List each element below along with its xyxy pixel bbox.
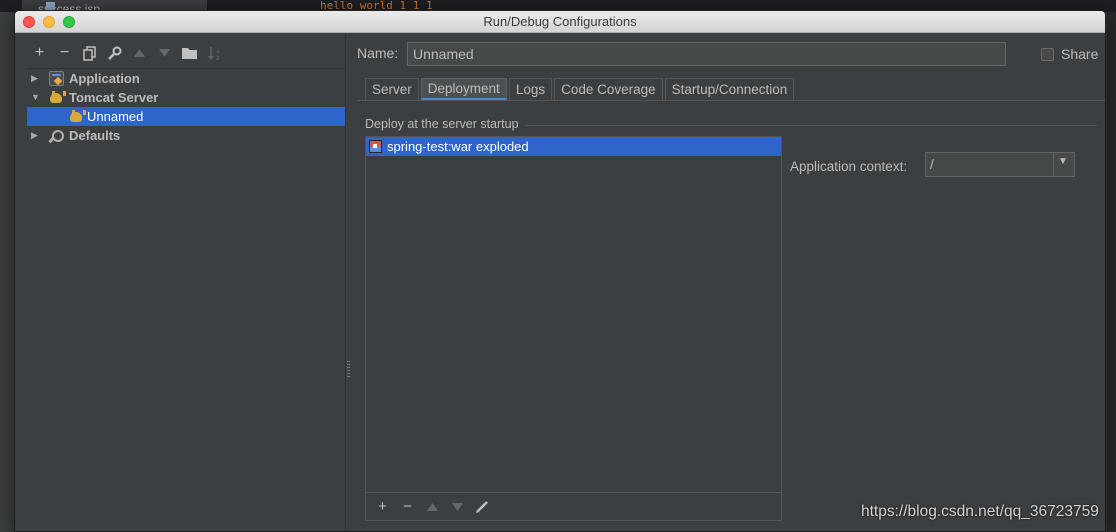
application-context-combobox[interactable]: / ▼	[925, 152, 1075, 177]
dialog-titlebar[interactable]: Run/Debug Configurations	[15, 11, 1105, 33]
application-context-value[interactable]: /	[930, 156, 934, 172]
share-checkbox[interactable]	[1041, 48, 1054, 61]
tree-item-unnamed[interactable]: Unnamed	[27, 107, 345, 126]
configurations-panel: + − a z ▶ Application ▼ Tomcat Server Un…	[15, 34, 345, 531]
move-up-button[interactable]	[127, 42, 152, 64]
tab-code-coverage[interactable]: Code Coverage	[554, 78, 663, 100]
tab-deployment[interactable]: Deployment	[420, 78, 507, 100]
tree-item-label: Tomcat Server	[69, 90, 159, 105]
arrow-up-icon	[134, 49, 145, 57]
configurations-tree[interactable]: ▶ Application ▼ Tomcat Server Unnamed ▶ …	[27, 68, 345, 531]
configuration-editor: Name: Unnamed Share Server Deployment Lo…	[352, 34, 1105, 531]
expand-arrow-icon[interactable]: ▶	[31, 126, 38, 145]
tree-item-application[interactable]: ▶ Application	[27, 69, 345, 88]
wrench-icon	[108, 46, 122, 60]
maximize-window-button[interactable]	[63, 16, 75, 28]
minimize-window-button[interactable]	[43, 16, 55, 28]
background-scrollbar	[1106, 12, 1116, 532]
artifact-list-toolbar: + −	[366, 492, 781, 520]
application-context-label: Application context:	[790, 159, 908, 174]
deployment-artifact-list[interactable]: spring-test:war exploded + −	[365, 136, 782, 521]
tab-startup-connection[interactable]: Startup/Connection	[664, 78, 795, 100]
background-project-panel	[0, 12, 14, 532]
arrow-up-icon	[427, 502, 438, 511]
add-artifact-button[interactable]: +	[370, 496, 395, 518]
edit-defaults-button[interactable]	[102, 42, 127, 64]
chevron-down-icon[interactable]: ▼	[1058, 156, 1068, 167]
config-tabs: Server Deployment Logs Code Coverage Sta…	[365, 78, 796, 100]
tab-logs[interactable]: Logs	[508, 78, 553, 100]
create-folder-button[interactable]	[177, 42, 202, 64]
tomcat-icon	[49, 90, 66, 105]
deployment-tab-content: Deploy at the server startup spring-test…	[357, 100, 1105, 531]
tree-item-label: Unnamed	[87, 109, 144, 124]
war-artifact-icon	[369, 140, 382, 153]
remove-artifact-button[interactable]: −	[395, 496, 420, 518]
share-label[interactable]: Share	[1061, 46, 1098, 62]
name-input[interactable]: Unnamed	[407, 42, 1006, 66]
tomcat-icon	[69, 109, 86, 124]
section-divider	[525, 125, 1097, 126]
move-down-button[interactable]	[152, 42, 177, 64]
arrow-down-icon	[159, 49, 170, 57]
add-configuration-button[interactable]: +	[27, 42, 52, 64]
expand-arrow-icon[interactable]: ▶	[31, 69, 38, 88]
watermark-text: https://blog.csdn.net/qq_36723759	[861, 503, 1099, 520]
dialog-title: Run/Debug Configurations	[483, 14, 637, 29]
splitter-grip-icon[interactable]	[347, 361, 350, 377]
run-debug-configurations-dialog: Run/Debug Configurations + − a z ▶ Appli…	[14, 10, 1106, 532]
close-window-button[interactable]	[23, 16, 35, 28]
pencil-icon	[476, 501, 488, 513]
application-icon	[49, 71, 64, 86]
copy-configuration-button[interactable]	[77, 42, 102, 64]
tab-server[interactable]: Server	[365, 78, 419, 100]
folder-icon	[182, 48, 197, 59]
sort-configurations-button[interactable]: a z	[202, 42, 227, 64]
configurations-toolbar: + − a z	[27, 42, 227, 64]
move-artifact-up-button[interactable]	[420, 496, 445, 518]
panel-splitter[interactable]	[345, 34, 351, 531]
svg-text:a: a	[216, 48, 220, 55]
sort-alpha-icon: a z	[208, 46, 220, 61]
name-label: Name:	[357, 45, 399, 61]
artifact-label: spring-test:war exploded	[387, 139, 529, 154]
deploy-section-title: Deploy at the server startup	[365, 117, 519, 131]
svg-text:z: z	[216, 55, 219, 61]
remove-configuration-button[interactable]: −	[52, 42, 77, 64]
tree-item-label: Application	[69, 71, 140, 86]
arrow-down-icon	[452, 502, 463, 511]
list-item[interactable]: spring-test:war exploded	[366, 137, 781, 156]
edit-artifact-button[interactable]	[470, 496, 495, 518]
tree-item-tomcat-server[interactable]: ▼ Tomcat Server	[27, 88, 345, 107]
tree-item-defaults[interactable]: ▶ Defaults	[27, 126, 345, 145]
move-artifact-down-button[interactable]	[445, 496, 470, 518]
tree-item-label: Defaults	[69, 128, 121, 143]
wrench-icon	[49, 128, 64, 143]
collapse-arrow-icon[interactable]: ▼	[31, 88, 40, 107]
copy-icon	[82, 45, 96, 61]
combobox-separator	[1053, 153, 1054, 176]
